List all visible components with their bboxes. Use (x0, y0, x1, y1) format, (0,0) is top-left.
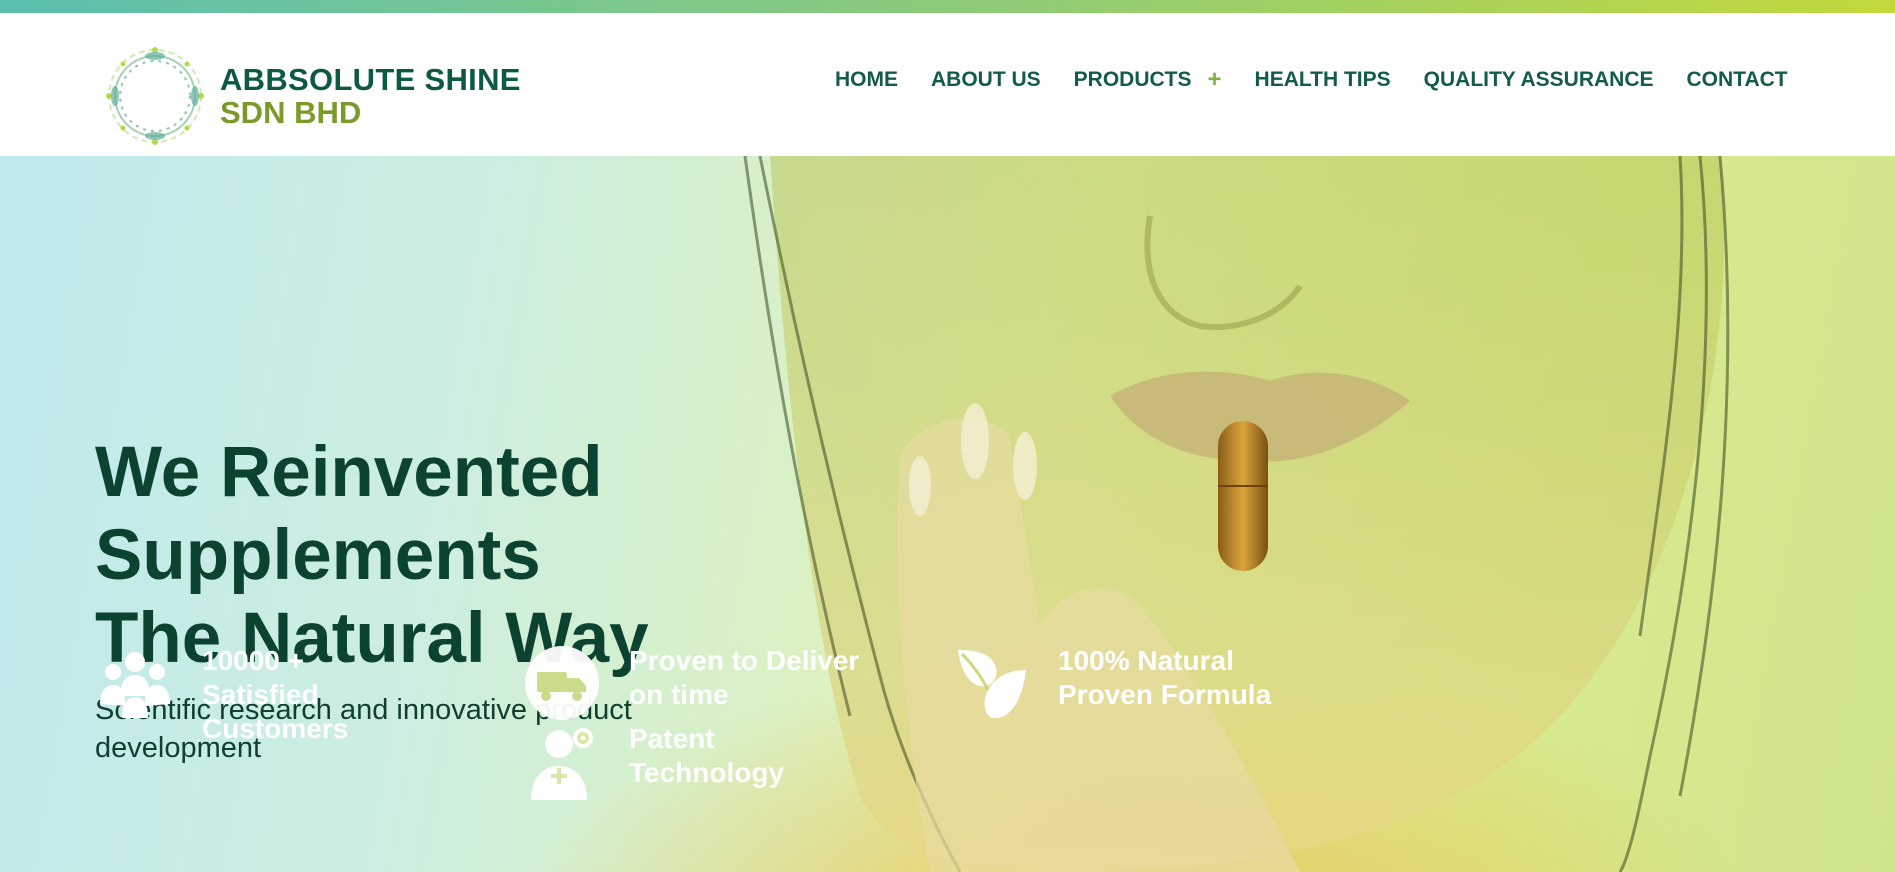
nav-about-us[interactable]: ABOUT US (931, 68, 1041, 92)
feature-proven-delivery: Proven to Deliver on time (523, 644, 899, 722)
expand-plus-icon[interactable]: + (1208, 66, 1222, 94)
feature-text: 10000 + Satisfied Customers (202, 645, 349, 744)
feature-patent-technology: Patent Technology (523, 722, 829, 800)
feature-natural-formula: 100% Natural Proven Formula (952, 644, 1318, 722)
hero-banner: We Reinvented Supplements The Natural Wa… (0, 156, 1895, 872)
hero-headline: We Reinvented Supplements The Natural Wa… (95, 431, 649, 680)
nav-products[interactable]: PRODUCTS + (1074, 66, 1222, 94)
headline-line-2: Supplements (95, 516, 541, 595)
site-header: ABBSOLUTE SHINE SDN BHD HOME ABOUT US PR… (0, 13, 1895, 156)
main-navigation: HOME ABOUT US PRODUCTS + HEALTH TIPS QUA… (835, 66, 1788, 94)
feature-text: 100% Natural Proven Formula (1058, 645, 1272, 710)
headline-line-1: We Reinvented (95, 433, 603, 512)
nav-home[interactable]: HOME (835, 68, 898, 92)
doctor-icon (531, 728, 593, 800)
nav-products-label: PRODUCTS (1073, 68, 1192, 91)
delivery-truck-icon (525, 646, 599, 720)
feature-text: Proven to Deliver on time (629, 645, 860, 710)
brand-name-line2: SDN BHD (220, 95, 362, 130)
nav-quality-assurance[interactable]: QUALITY ASSURANCE (1424, 68, 1654, 92)
nav-contact[interactable]: CONTACT (1687, 68, 1788, 92)
top-accent-bar (0, 0, 1895, 13)
brand-logo[interactable]: ABBSOLUTE SHINE SDN BHD (100, 41, 521, 151)
nav-health-tips[interactable]: HEALTH TIPS (1255, 68, 1391, 92)
people-group-icon (100, 652, 170, 718)
leaf-icon (958, 650, 1026, 719)
circular-leaf-wreath-logo-icon (106, 47, 204, 145)
brand-name-line1: ABBSOLUTE SHINE (220, 62, 521, 97)
feature-satisfied-customers: 10000 + Satisfied Customers (96, 644, 372, 746)
feature-text: Patent Technology (629, 723, 785, 788)
